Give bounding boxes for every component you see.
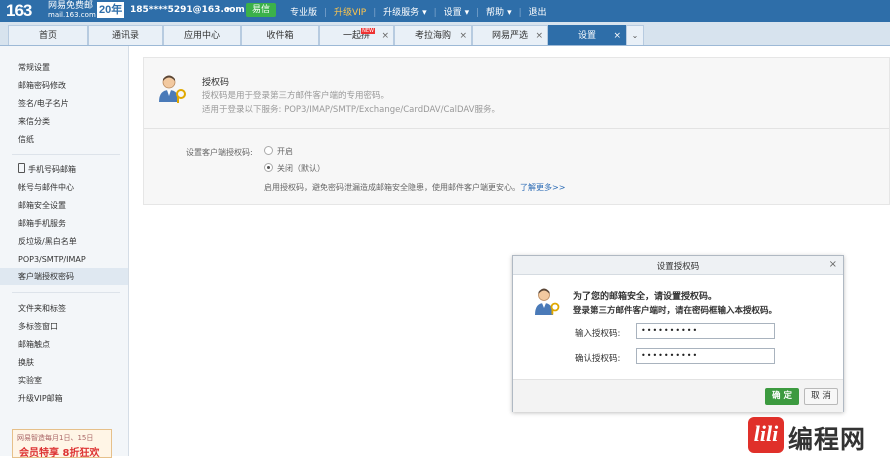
phone-icon [18,163,25,173]
sidebar-item-upgrade-vip[interactable]: 升级VIP邮箱 [0,390,128,407]
sidebar-item-skin[interactable]: 换肤 [0,354,128,371]
radio-enable[interactable]: 开启 [264,146,293,157]
radio-disable[interactable]: 关闭（默认） [264,163,325,174]
sidebar-item-signature[interactable]: 签名/电子名片 [0,95,128,112]
sidebar-item-lab[interactable]: 实验室 [0,372,128,389]
auth-code-input[interactable]: •••••••••• [636,323,775,339]
tab-home[interactable]: 首页 [8,25,88,45]
tab-more-chevron-icon[interactable]: ⌄ [626,25,644,45]
link-pro[interactable]: 专业版 [290,8,317,18]
sidebar-item-filters[interactable]: 来信分类 [0,113,128,130]
link-settings[interactable]: 设置 [444,8,462,18]
link-logout[interactable]: 退出 [529,8,547,18]
dialog-header[interactable]: 设置授权码 × [513,256,843,275]
user-key-icon [159,75,186,103]
tab-inbox[interactable]: 收件箱 [241,25,319,45]
confirm-code-input[interactable]: •••••••••• [636,348,775,364]
sidebar-item-security[interactable]: 邮箱安全设置 [0,197,128,214]
user-key-icon [535,288,560,315]
dialog-message-1: 为了您的邮箱安全，请设置授权码。 [573,292,718,302]
dialog-title: 设置授权码 [656,262,700,272]
section-desc-2: 适用于登录以下服务: POP3/IMAP/SMTP/Exchange/CardD… [202,105,500,115]
sidebar-item-password[interactable]: 邮箱密码修改 [0,77,128,94]
sidebar-divider [12,292,120,293]
sidebar-divider [12,154,120,155]
tab-app-center[interactable]: 应用中心 [163,25,241,45]
yixin-button[interactable]: 易信 [246,3,277,17]
link-upgrade-service[interactable]: 升级服务 [383,8,419,18]
sidebar-item-account-center[interactable]: 帐号与邮件中心 [0,179,128,196]
sidebar-item-touchpoints[interactable]: 邮箱触点 [0,336,128,353]
auth-code-panel: 授权码 授权码是用于登录第三方邮件客户端的专用密码。 适用于登录以下服务: PO… [143,57,890,205]
logo-domain: mail.163.com [48,11,96,19]
close-icon[interactable]: × [381,26,389,46]
tab-yanxuan[interactable]: 网易严选 × [472,25,548,45]
auth-code-label: 输入授权码: [575,329,621,339]
cancel-button[interactable]: 取 消 [804,388,838,405]
tab-kaola[interactable]: 考拉海购 × [394,25,472,45]
dialog-footer: 确 定 取 消 [513,379,843,412]
link-upgrade-vip[interactable]: 升级VIP [334,8,366,18]
tab-contacts[interactable]: 通讯录 [88,25,163,45]
learn-more-link[interactable]: 了解更多>> [520,183,565,192]
close-icon[interactable]: × [829,259,837,270]
sidebar-item-multitab[interactable]: 多标签窗口 [0,318,128,335]
section-desc-1: 授权码是用于登录第三方邮件客户端的专用密码。 [202,91,390,101]
top-bar: 163 网易免费邮 mail.163.com 20年 185****5291@1… [0,0,890,22]
tab-group-buy[interactable]: 一起拼 NEW × [319,25,394,45]
watermark-logo: lili [748,417,784,453]
anniversary-badge: 20年 [97,2,125,18]
logo-number[interactable]: 163 [6,1,32,21]
close-icon[interactable]: × [535,26,543,46]
sidebar-item-pop3[interactable]: POP3/SMTP/IMAP [0,251,128,268]
section-title: 授权码 [202,78,230,88]
chevron-down-icon[interactable]: ▾ [226,5,230,14]
close-icon[interactable]: × [613,26,621,46]
watermark: lili 编程网 [748,415,890,456]
logo-brand: 网易免费邮 [48,1,94,11]
sidebar-item-general[interactable]: 常规设置 [0,59,128,76]
settings-sidebar: 常规设置 邮箱密码修改 签名/电子名片 来信分类 信纸 手机号码邮箱 帐号与邮件… [0,46,129,458]
new-badge: NEW [361,28,375,34]
auth-tip: 启用授权码，避免密码泄漏造成邮箱安全隐患，使用邮件客户端更安心。了解更多>> [264,183,566,192]
watermark-text: 编程网 [788,425,867,454]
radio-button-checked[interactable] [264,163,273,172]
ok-button[interactable]: 确 定 [765,388,799,405]
confirm-code-label: 确认授权码: [575,354,621,364]
top-links: 专业版 | 升级VIP | 升级服务 ▾ | 设置 ▾ | 帮助 ▾ | 退出 [290,8,547,18]
panel-header: 授权码 授权码是用于登录第三方邮件客户端的专用密码。 适用于登录以下服务: PO… [144,58,889,129]
tab-settings[interactable]: 设置 × [548,25,626,45]
close-icon[interactable]: × [459,26,467,46]
dialog-message-2: 登录第三方邮件客户端时，请在密码框输入本授权码。 [573,306,778,316]
sidebar-item-antispam[interactable]: 反垃圾/黑白名单 [0,233,128,250]
tab-bar: 首页 通讯录 应用中心 收件箱 一起拼 NEW × 考拉海购 × 网易严选 × 设置 × … [0,22,890,46]
set-auth-code-dialog: 设置授权码 × 为了您的邮箱安全，请设置授权码。 登录第三方邮件客户端时，请在密… [512,255,844,412]
auth-code-setting-label: 设置客户端授权码: [186,148,253,157]
sidebar-item-client-auth[interactable]: 客户端授权密码 [0,268,128,285]
promo-line1: 网易智造每月1日、15日 [17,434,94,442]
sidebar-item-folders[interactable]: 文件夹和标签 [0,300,128,317]
promo-banner[interactable]: 网易智造每月1日、15日 会员特享 8折狂欢 [12,429,112,458]
sidebar-item-mobile-service[interactable]: 邮箱手机服务 [0,215,128,232]
sidebar-item-stationery[interactable]: 信纸 [0,131,128,148]
radio-button[interactable] [264,146,273,155]
sidebar-item-phone-mail[interactable]: 手机号码邮箱 [0,161,128,178]
logo-text[interactable]: 网易免费邮 mail.163.com [48,2,96,20]
link-help[interactable]: 帮助 [486,8,504,18]
